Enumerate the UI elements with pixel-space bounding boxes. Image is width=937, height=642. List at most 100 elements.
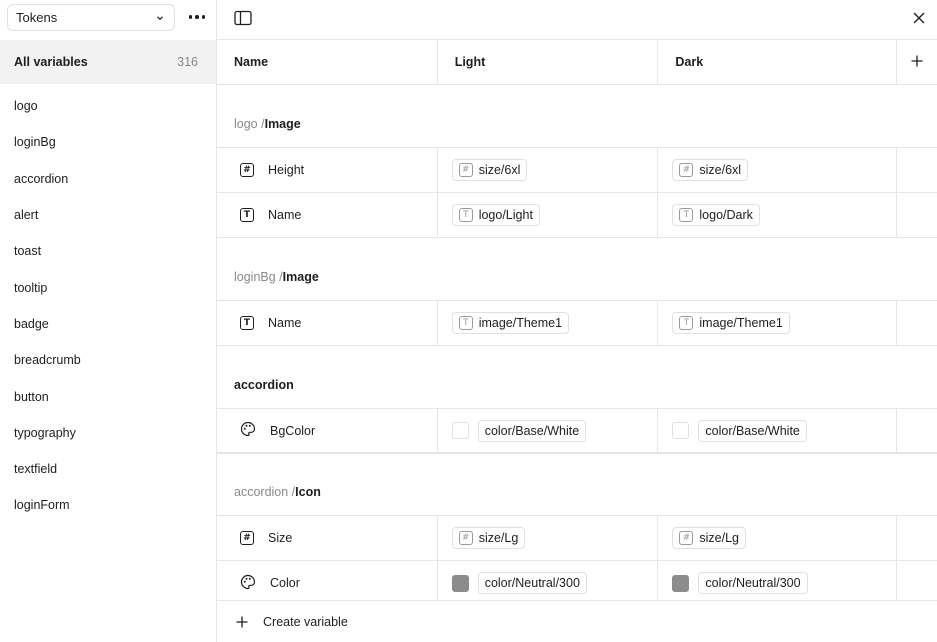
alias-chip[interactable]: # size/Lg — [451, 527, 526, 549]
variable-name: Color — [270, 576, 300, 590]
sidebar-item-badge[interactable]: badge — [0, 306, 216, 342]
group-path: logo / — [234, 117, 265, 131]
variable-name: Name — [268, 316, 302, 330]
plus-icon — [910, 54, 924, 71]
dark-value-cell[interactable]: Tlogo/Dark — [658, 193, 898, 237]
palette-icon — [240, 574, 256, 593]
alias-label: size/Lg — [478, 531, 519, 545]
light-value-cell[interactable]: color/Neutral/300 — [438, 561, 659, 605]
alias-chip[interactable]: color/Base/White — [477, 419, 587, 442]
alias-label: size/6xl — [699, 163, 742, 177]
close-icon[interactable] — [911, 10, 927, 26]
light-value-cell[interactable]: Timage/Theme1 — [438, 301, 659, 345]
alias-label: color/Neutral/300 — [484, 576, 580, 590]
string-variable-icon: T — [679, 208, 694, 222]
light-value-cell[interactable]: Tlogo/Light — [438, 193, 659, 237]
table-row[interactable]: # Height # size/6xl # size/6xl — [217, 148, 937, 193]
group-leaf: Image — [264, 117, 301, 131]
plus-icon — [235, 615, 249, 629]
sidebar-item-tooltip[interactable]: tooltip — [0, 269, 216, 305]
light-value-cell[interactable]: color/Base/White — [438, 409, 659, 452]
dark-value-cell[interactable]: # size/Lg — [658, 516, 898, 560]
palette-icon — [240, 421, 256, 440]
number-variable-icon: # — [458, 163, 473, 177]
column-name-header: Name — [217, 40, 438, 84]
alias-label: color/Neutral/300 — [705, 576, 801, 590]
variable-name-cell[interactable]: BgColor — [217, 409, 438, 452]
alias-chip[interactable]: # size/Lg — [672, 527, 746, 549]
group-header: loginBg / Image — [217, 238, 937, 301]
alias-chip[interactable]: Timage/Theme1 — [672, 312, 790, 334]
dark-value-cell[interactable]: color/Base/White — [658, 409, 898, 452]
group-path: loginBg / — [234, 270, 283, 284]
variable-name-cell[interactable]: T Name — [217, 301, 438, 345]
variable-name-cell[interactable]: Color — [217, 561, 438, 605]
alias-chip[interactable]: Tlogo/Dark — [672, 204, 760, 226]
variable-name-cell[interactable]: # Size — [217, 516, 438, 560]
sidebar-item-breadcrumb[interactable]: breadcrumb — [0, 342, 216, 378]
dark-value-cell[interactable]: # size/6xl — [658, 148, 898, 192]
variable-name-cell[interactable]: T Name — [217, 193, 438, 237]
sidebar-item-loginform[interactable]: loginForm — [0, 487, 216, 523]
sidebar: Tokens All variables 316 logo loginBg ac… — [0, 0, 217, 642]
group-header: logo / Image — [217, 85, 937, 148]
collection-name: Tokens — [16, 10, 58, 25]
alias-chip[interactable]: # size/6xl — [672, 159, 749, 181]
light-value-cell[interactable]: # size/Lg — [438, 516, 659, 560]
table-row[interactable]: T Name Timage/Theme1 Timage/Theme1 — [217, 301, 937, 346]
alias-chip[interactable]: color/Neutral/300 — [698, 572, 808, 594]
sidebar-item-alert[interactable]: alert — [0, 197, 216, 233]
collection-dropdown[interactable]: Tokens — [7, 4, 175, 31]
group-leaf: Icon — [295, 485, 321, 499]
all-variables-count: 316 — [177, 55, 198, 69]
number-variable-icon: # — [240, 531, 254, 545]
table-row[interactable]: T Name Tlogo/Light Tlogo/Dark — [217, 193, 937, 238]
variables-table: logo / Image # Height # size/6xl # size/6x… — [217, 85, 937, 606]
variable-name-cell[interactable]: # Height — [217, 148, 438, 192]
more-icon[interactable] — [183, 5, 211, 29]
column-header: Name Light Dark — [217, 40, 937, 85]
alias-chip[interactable]: Timage/Theme1 — [451, 312, 570, 334]
sidebar-item-textfield[interactable]: textfield — [0, 451, 216, 487]
group-path: accordion / — [234, 485, 296, 499]
group-leaf: Image — [282, 270, 319, 284]
color-swatch[interactable] — [672, 574, 690, 592]
column-mode-light[interactable]: Light — [438, 40, 659, 84]
all-variables-item[interactable]: All variables 316 — [0, 40, 216, 84]
alias-label: size/Lg — [699, 531, 739, 545]
alias-chip[interactable]: Tlogo/Light — [451, 204, 540, 226]
sidebar-item-toast[interactable]: toast — [0, 233, 216, 269]
sidebar-item-typography[interactable]: typography — [0, 415, 216, 451]
variable-name: Size — [268, 531, 293, 545]
alias-label: color/Base/White — [484, 423, 580, 438]
dark-value-cell[interactable]: Timage/Theme1 — [658, 301, 898, 345]
number-variable-icon: # — [679, 163, 694, 177]
sidebar-item-button[interactable]: button — [0, 378, 216, 414]
alias-chip[interactable]: color/Neutral/300 — [477, 572, 587, 594]
table-row[interactable]: BgColor color/Base/White color/Base/Whit… — [217, 409, 937, 454]
sidebar-item-accordion[interactable]: accordion — [0, 161, 216, 197]
sidebar-item-loginbg[interactable]: loginBg — [0, 124, 216, 160]
create-variable-button[interactable]: Create variable — [217, 600, 937, 642]
group-header: accordion — [217, 346, 937, 409]
dark-value-cell[interactable]: color/Neutral/300 — [658, 561, 898, 605]
group-list: logo loginBg accordion alert toast toolt… — [0, 88, 216, 524]
color-swatch[interactable] — [672, 422, 690, 439]
string-variable-icon: T — [240, 208, 254, 222]
color-swatch[interactable] — [451, 422, 469, 439]
string-variable-icon: T — [458, 208, 473, 222]
table-row[interactable]: # Size # size/Lg # size/Lg — [217, 516, 937, 561]
alias-label: logo/Light — [478, 208, 533, 222]
alias-chip[interactable]: color/Base/White — [698, 419, 807, 442]
add-mode-button[interactable] — [897, 40, 937, 84]
sidebar-item-logo[interactable]: logo — [0, 88, 216, 124]
chevron-down-icon — [154, 12, 166, 24]
light-value-cell[interactable]: # size/6xl — [438, 148, 659, 192]
column-mode-dark[interactable]: Dark — [658, 40, 898, 84]
sidebar-toggle-icon[interactable] — [234, 10, 252, 26]
variable-name: Name — [268, 208, 302, 222]
group-header: accordion / Icon — [217, 454, 937, 516]
alias-chip[interactable]: # size/6xl — [451, 159, 528, 181]
color-swatch[interactable] — [451, 574, 469, 592]
number-variable-icon: # — [679, 531, 694, 545]
